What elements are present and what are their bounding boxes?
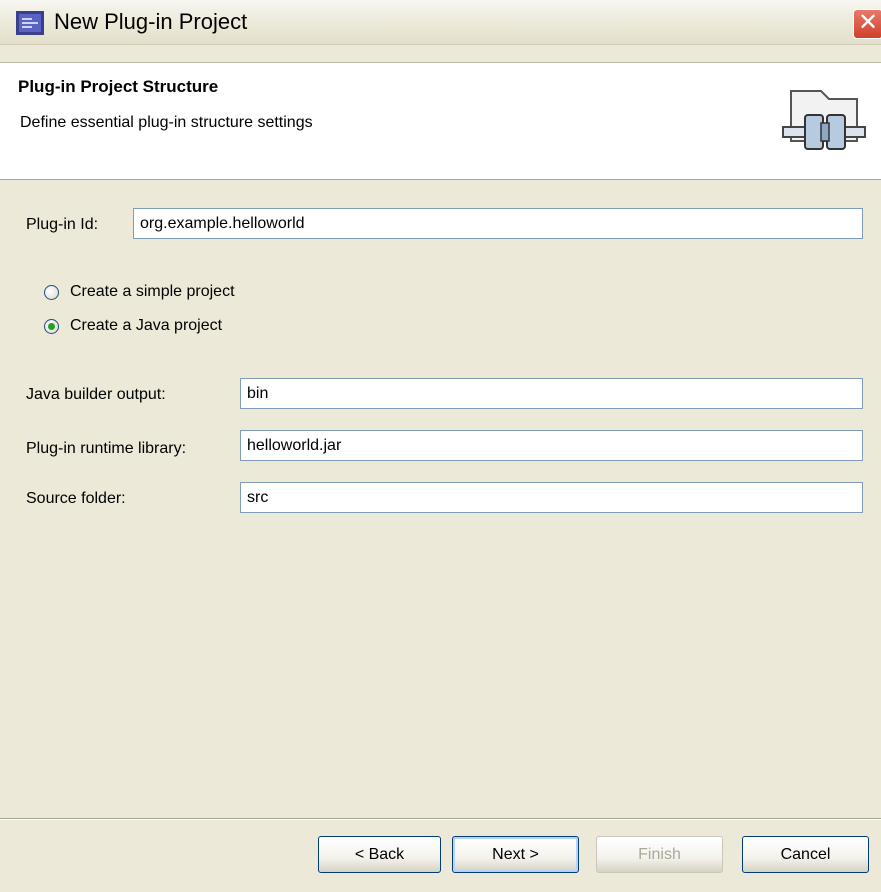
cancel-button[interactable]: Cancel [742,836,869,873]
java-builder-output-input[interactable] [240,378,863,409]
java-builder-output-label: Java builder output: [26,386,166,403]
page-title: Plug-in Project Structure [18,77,219,96]
source-folder-input[interactable] [240,482,863,513]
radio-label: Create a Java project [70,317,223,334]
plugin-id-input[interactable] [133,208,863,239]
button-bar-separator [0,818,881,820]
runtime-library-input[interactable] [240,430,863,461]
title-bar: New Plug-in Project ✕ [0,0,881,45]
eclipse-icon [16,11,44,35]
back-button[interactable]: < Back [318,836,441,873]
radio-button[interactable] [44,319,59,334]
page-description: Define essential plug-in structure setti… [20,114,313,131]
source-folder-label: Source folder: [26,490,126,507]
radio-label: Create a simple project [70,283,235,300]
close-icon[interactable]: ✕ [853,9,881,39]
runtime-library-label: Plug-in runtime library: [26,440,187,457]
plugin-id-label: Plug-in Id: [26,216,99,233]
radio-button[interactable] [44,285,59,300]
plugin-connector-icon [782,90,866,150]
wizard-banner: Plug-in Project Structure Define essenti… [0,62,881,180]
finish-button[interactable]: Finish [596,836,723,873]
window-title: New Plug-in Project [54,9,248,34]
next-button[interactable]: Next > [452,836,579,873]
